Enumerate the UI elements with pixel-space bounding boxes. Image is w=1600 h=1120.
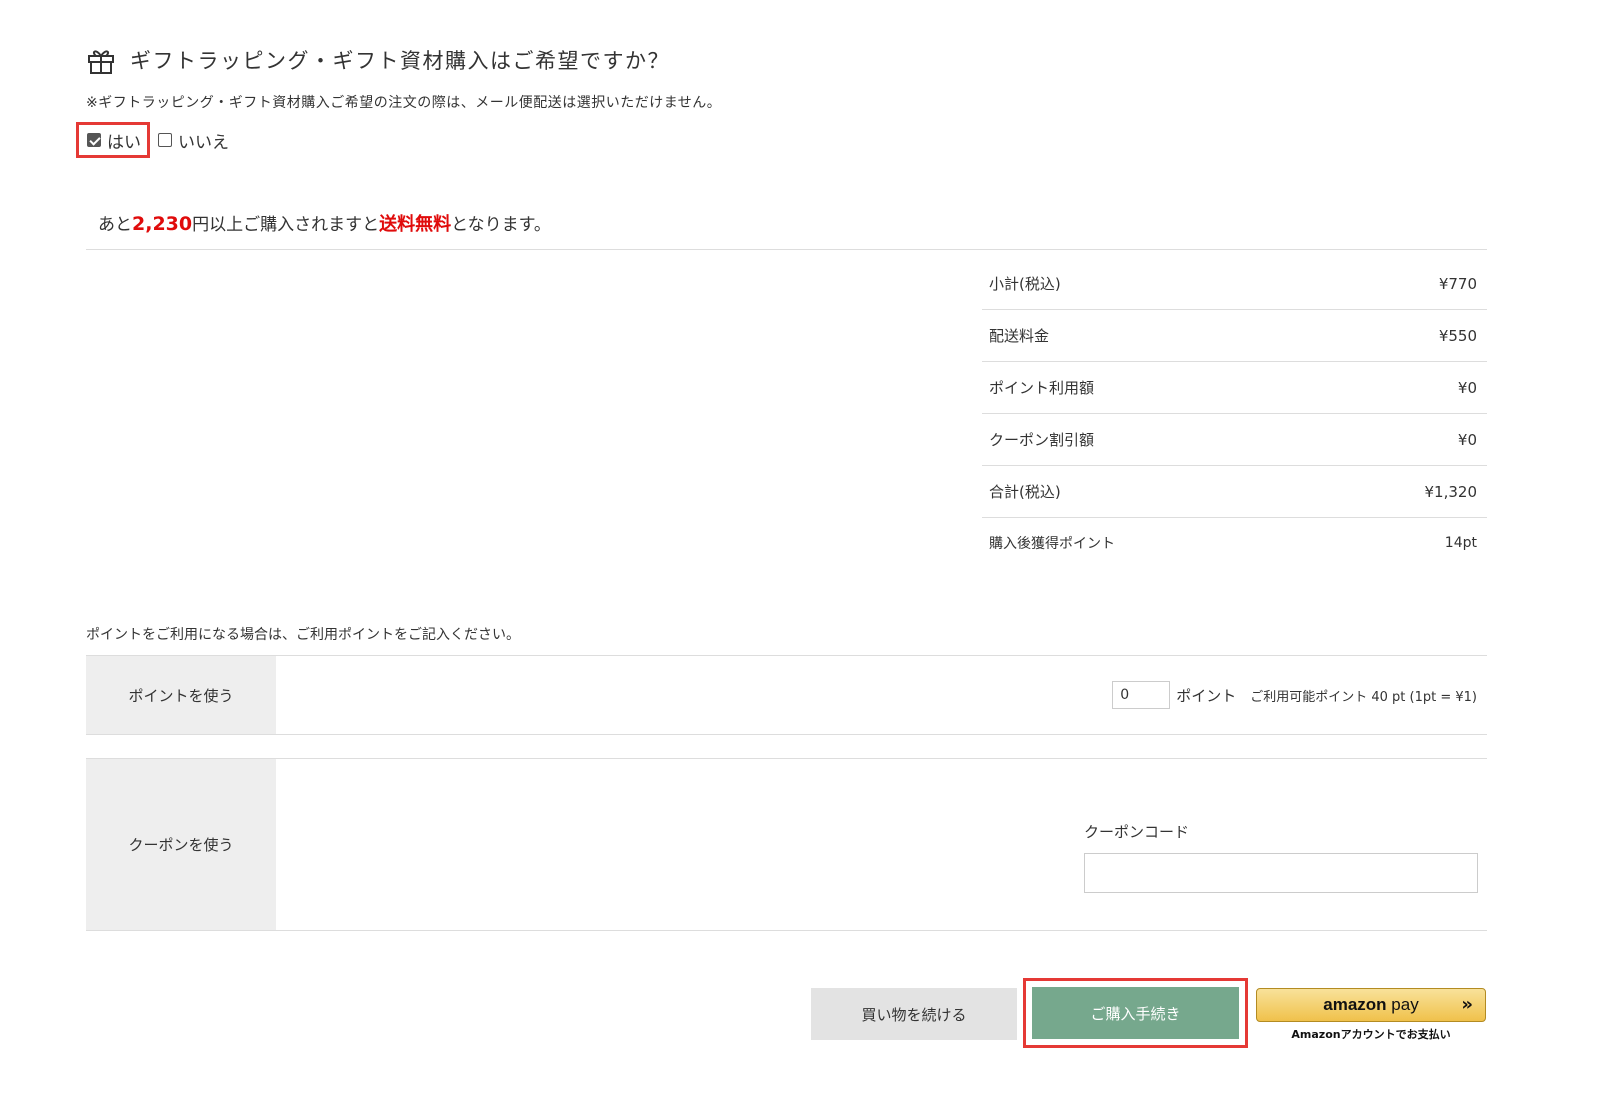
gift-yes-checkbox[interactable] — [87, 133, 101, 147]
amazon-pay-brand: amazon — [1323, 995, 1387, 1014]
summary-row-coupon-discount: クーポン割引額 ¥0 — [982, 414, 1487, 466]
summary-value: ¥770 — [1438, 274, 1477, 293]
summary-label: 合計(税込) — [989, 483, 1061, 501]
coupon-header: クーポンを使う — [86, 759, 276, 930]
summary-label: ポイント利用額 — [989, 379, 1095, 397]
free-shipping-prefix: あと — [98, 215, 132, 235]
summary-value: ¥0 — [1457, 430, 1477, 449]
summary-value: ¥550 — [1438, 326, 1477, 345]
summary-value: ¥1,320 — [1424, 482, 1478, 501]
amazon-pay-word: pay — [1391, 995, 1419, 1014]
free-shipping-message: あと2,230円以上ご購入されますと送料無料となります。 — [98, 210, 551, 236]
order-summary: 小計(税込) ¥770 配送料金 ¥550 ポイント利用額 ¥0 クーポン割引額… — [982, 258, 1487, 568]
free-shipping-amount: 2,230 — [132, 213, 193, 235]
coupon-row: クーポンを使う クーポンコード — [86, 758, 1487, 931]
amazon-pay-button[interactable]: amazon pay » — [1256, 988, 1486, 1022]
continue-shopping-button[interactable]: 買い物を続ける — [811, 988, 1017, 1040]
gift-no-label: いいえ — [178, 132, 229, 153]
summary-value: 14pt — [1444, 535, 1477, 551]
gift-note: ※ギフトラッピング・ギフト資材購入ご希望の注文の際は、メール便配送は選択いただけ… — [86, 95, 722, 111]
gift-options: はい いいえ — [76, 122, 229, 158]
divider — [86, 249, 1487, 250]
coupon-code-input[interactable] — [1084, 853, 1478, 893]
gift-section-title: ギフトラッピング・ギフト資材購入はご希望ですか？ — [86, 42, 670, 78]
coupon-cell: クーポンコード — [276, 759, 1487, 930]
summary-row-points-used: ポイント利用額 ¥0 — [982, 362, 1487, 414]
free-shipping-highlight: 送料無料 — [379, 214, 452, 235]
gift-yes-label: はい — [107, 132, 141, 153]
gift-option-yes[interactable]: はい — [76, 122, 150, 158]
amazon-pay-logo: amazon pay — [1323, 995, 1418, 1015]
free-shipping-middle: 円以上ご購入されますと — [192, 215, 380, 235]
gift-option-no[interactable]: いいえ — [158, 128, 229, 153]
points-unit: ポイント — [1176, 686, 1237, 705]
gift-no-checkbox[interactable] — [158, 133, 172, 147]
points-input[interactable] — [1112, 681, 1171, 709]
checkout-button[interactable]: ご購入手続き — [1032, 987, 1239, 1039]
double-chevron-right-icon: » — [1461, 994, 1473, 1015]
summary-value: ¥0 — [1457, 378, 1477, 397]
summary-row-total: 合計(税込) ¥1,320 — [982, 466, 1487, 518]
coupon-code-label: クーポンコード — [1084, 823, 1190, 841]
points-cell: ポイント ご利用可能ポイント 40 pt (1pt = ¥1) — [276, 656, 1487, 734]
points-header: ポイントを使う — [86, 656, 276, 734]
amazon-pay-note: Amazonアカウントでお支払い — [1291, 1028, 1451, 1041]
summary-label: クーポン割引額 — [989, 431, 1095, 449]
summary-label: 購入後獲得ポイント — [989, 536, 1115, 552]
gift-question-heading: ギフトラッピング・ギフト資材購入はご希望ですか？ — [130, 49, 670, 73]
points-row: ポイントを使う ポイント ご利用可能ポイント 40 pt (1pt = ¥1) — [86, 655, 1487, 735]
summary-label: 小計(税込) — [989, 275, 1061, 293]
free-shipping-suffix: となります。 — [451, 215, 551, 235]
summary-row-shipping: 配送料金 ¥550 — [982, 310, 1487, 362]
available-points: ご利用可能ポイント 40 pt (1pt = ¥1) — [1250, 689, 1477, 705]
points-note: ポイントをご利用になる場合は、ご利用ポイントをご記入ください。 — [86, 627, 520, 643]
gift-icon — [86, 45, 116, 75]
points-input-group: ポイント ご利用可能ポイント 40 pt (1pt = ¥1) — [1112, 656, 1477, 734]
summary-row-subtotal: 小計(税込) ¥770 — [982, 258, 1487, 310]
summary-row-earned-points: 購入後獲得ポイント 14pt — [982, 518, 1487, 568]
checkout-highlight: ご購入手続き — [1023, 978, 1248, 1048]
summary-label: 配送料金 — [989, 327, 1050, 345]
